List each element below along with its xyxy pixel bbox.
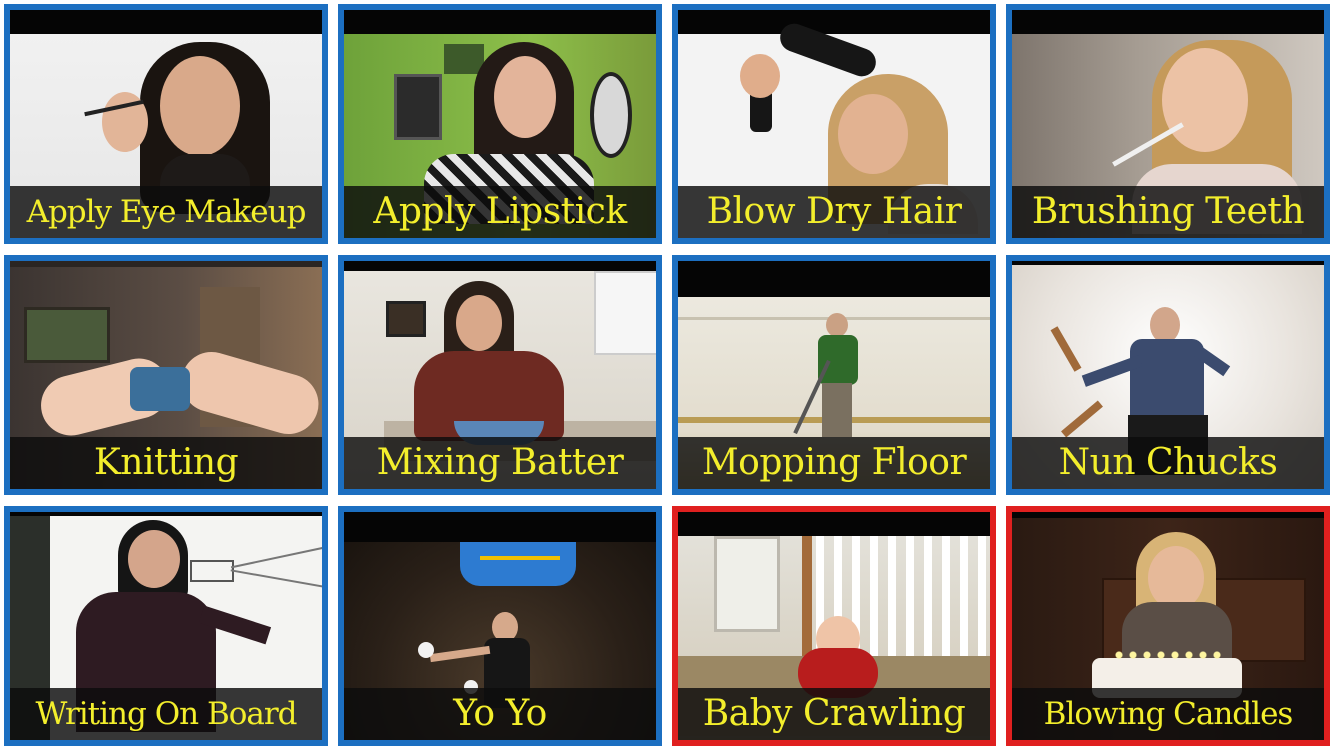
tile-label: Apply Lipstick <box>344 186 656 238</box>
tile-mopping-floor[interactable]: Mopping Floor <box>672 255 996 495</box>
tile-label: Blow Dry Hair <box>678 186 990 238</box>
tile-label: Mopping Floor <box>678 437 990 489</box>
tile-label: Apply Eye Makeup <box>10 186 322 238</box>
tile-mixing-batter[interactable]: Mixing Batter <box>338 255 662 495</box>
tile-baby-crawling[interactable]: Baby Crawling <box>672 506 996 746</box>
tile-label: Writing On Board <box>10 688 322 740</box>
tile-label: Brushing Teeth <box>1012 186 1324 238</box>
tile-label: Knitting <box>10 437 322 489</box>
tile-label: Mixing Batter <box>344 437 656 489</box>
tile-writing-on-board[interactable]: Writing On Board <box>4 506 328 746</box>
tile-apply-lipstick[interactable]: Apply Lipstick <box>338 4 662 244</box>
tile-label: Yo Yo <box>344 688 656 740</box>
tile-label: Blowing Candles <box>1012 688 1324 740</box>
tile-brushing-teeth[interactable]: Brushing Teeth <box>1006 4 1330 244</box>
tile-yo-yo[interactable]: Yo Yo <box>338 506 662 746</box>
tile-label: Baby Crawling <box>678 688 990 740</box>
tile-knitting[interactable]: Knitting <box>4 255 328 495</box>
tile-blowing-candles[interactable]: Blowing Candles <box>1006 506 1330 746</box>
tile-nun-chucks[interactable]: Nun Chucks <box>1006 255 1330 495</box>
tile-blow-dry-hair[interactable]: Blow Dry Hair <box>672 4 996 244</box>
video-thumbnail-grid: Apply Eye Makeup Apply Lipstick Blow Dry… <box>0 0 1336 754</box>
tile-label: Nun Chucks <box>1012 437 1324 489</box>
tile-apply-eye-makeup[interactable]: Apply Eye Makeup <box>4 4 328 244</box>
